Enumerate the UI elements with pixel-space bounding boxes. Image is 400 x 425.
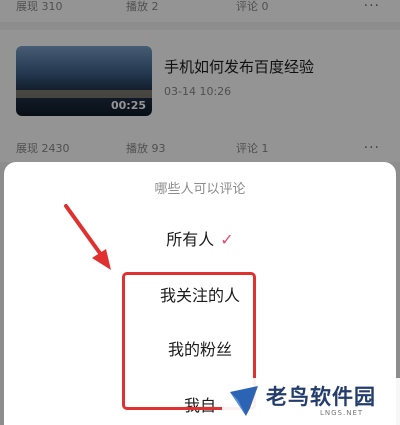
sheet-title: 哪些人可以评论 — [154, 182, 246, 197]
watermark-domain: LNGS.NET — [320, 409, 364, 417]
option-label: 所有人 — [166, 230, 215, 249]
option-everyone[interactable]: 所有人 ✓ — [4, 226, 396, 250]
site-watermark: 老鸟软件园 LNGS.NET — [222, 378, 400, 425]
watermark-brand: 老鸟软件园 — [266, 385, 376, 409]
checkmark-icon: ✓ — [220, 230, 234, 249]
bird-logo-icon — [230, 386, 258, 416]
